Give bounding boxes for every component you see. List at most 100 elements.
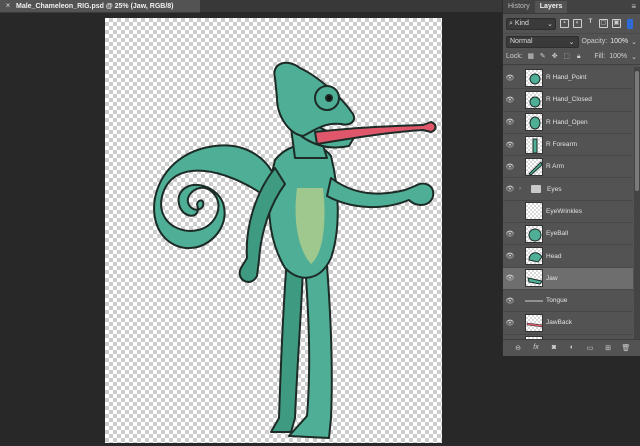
layer-name: EyeBall <box>546 230 569 238</box>
close-tab-icon[interactable]: × <box>4 2 12 10</box>
layer-thumbnail <box>525 202 543 221</box>
chevron-down-icon[interactable]: ⌄ <box>631 53 637 61</box>
panel-tabs: History Layers ≡ <box>503 0 640 14</box>
link-layers-icon[interactable]: ⊖ <box>513 344 523 352</box>
scrollbar-thumb[interactable] <box>635 71 639 191</box>
lock-position-icon[interactable]: ✥ <box>551 53 559 61</box>
visibility-eye-icon[interactable]: 👁︎ <box>503 141 517 149</box>
layer-thumbnail <box>525 135 543 154</box>
delete-layer-icon[interactable]: 🗑︎ <box>621 344 631 352</box>
layer-row[interactable]: 👁︎ Tongue <box>503 290 633 313</box>
fill-label: Fill: <box>594 53 606 60</box>
layers-footer: ⊖ fx ◙ ◐ ▭ ⊞ 🗑︎ <box>503 339 640 355</box>
chevron-down-icon[interactable]: ⌄ <box>631 38 637 46</box>
layer-row[interactable]: 👁︎ JawBack <box>503 312 633 335</box>
blend-row: Normal ⌄ Opacity: 100% ⌄ <box>503 34 640 49</box>
visibility-eye-icon[interactable]: 👁︎ <box>503 96 517 104</box>
tab-history[interactable]: History <box>503 1 535 13</box>
kind-filter-select[interactable]: ⌕ Kind ⌄ <box>506 17 556 30</box>
chevron-down-icon: ⌄ <box>547 20 553 28</box>
lock-artboard-icon[interactable]: ⬚ <box>563 53 571 61</box>
fx-icon[interactable]: fx <box>531 344 541 351</box>
layer-thumbnail <box>525 247 543 266</box>
canvas-workspace[interactable] <box>0 13 502 446</box>
layer-filter-row: ⌕ Kind ⌄ ▪ ◐ T ▢ ▣ <box>503 14 640 34</box>
layer-thumbnail <box>525 68 543 87</box>
fill-input[interactable]: 100% <box>609 53 627 60</box>
filter-toggle-switch[interactable] <box>627 18 633 29</box>
search-icon: ⌕ <box>509 19 513 27</box>
visibility-eye-icon[interactable]: 👁︎ <box>503 297 517 305</box>
new-layer-icon[interactable]: ⊞ <box>603 344 613 352</box>
layer-name: Tongue <box>546 297 568 305</box>
visibility-eye-icon[interactable]: 👁︎ <box>503 163 517 171</box>
blend-mode-value: Normal <box>510 38 533 45</box>
layer-group-row[interactable]: 👁︎ › Eyes <box>503 178 633 201</box>
empty-panel-area <box>502 356 640 446</box>
lock-label: Lock: <box>506 53 523 60</box>
layer-name: R Forearm <box>546 141 578 149</box>
layer-name: Head <box>546 252 562 260</box>
visibility-eye-icon[interactable]: 👁︎ <box>503 185 517 193</box>
layer-thumbnail <box>525 224 543 243</box>
tab-layers[interactable]: Layers <box>534 1 568 13</box>
layer-name: JawBack <box>546 319 573 327</box>
adjustment-filter-icon[interactable]: ◐ <box>573 19 582 28</box>
layers-scrollbar[interactable] <box>634 67 640 341</box>
layers-panel: History Layers ≡ ⌕ Kind ⌄ ▪ ◐ T ▢ ▣ Norm… <box>502 0 640 356</box>
layer-thumbnail <box>525 292 543 310</box>
back-leg <box>270 257 304 433</box>
layer-row[interactable]: 👁︎ R Hand_Closed <box>503 89 633 112</box>
opacity-input[interactable]: 100% <box>610 38 628 45</box>
visibility-eye-icon[interactable]: 👁︎ <box>503 74 517 82</box>
shape-filter-icon[interactable]: ▢ <box>599 19 608 28</box>
folder-icon <box>531 185 541 194</box>
layer-thumbnail <box>525 269 543 288</box>
lock-all-icon[interactable]: 🔒︎ <box>575 53 583 61</box>
layer-row[interactable]: 👁︎ Jaw <box>503 267 633 290</box>
visibility-eye-icon[interactable]: 👁︎ <box>503 118 517 126</box>
lock-transparent-pixels-icon[interactable]: ▦ <box>527 53 535 61</box>
layer-row[interactable]: 👁︎ R Hand_Point <box>503 67 633 90</box>
layer-thumbnail <box>525 113 543 132</box>
smart-object-filter-icon[interactable]: ▣ <box>612 19 621 28</box>
layers-list: 👁︎ R Hand_Point 👁︎ R Hand_Closed 👁︎ R Ha… <box>503 67 633 341</box>
layer-name: Jaw <box>546 274 558 282</box>
add-mask-icon[interactable]: ◙ <box>549 344 559 351</box>
layer-row[interactable]: 👁︎ EyeBall <box>503 223 633 246</box>
kind-label: Kind <box>514 20 529 27</box>
layer-name: R Hand_Point <box>546 74 587 82</box>
visibility-eye-icon[interactable]: 👁︎ <box>503 319 517 327</box>
layer-row[interactable]: EyeWrinkles <box>503 201 633 224</box>
layer-name: R Hand_Open <box>546 118 588 126</box>
lock-image-pixels-icon[interactable]: ✎ <box>539 53 547 61</box>
document-title: Male_Chameleon_RIG.psd @ 25% (Jaw, RGB/8… <box>16 2 174 10</box>
visibility-eye-icon[interactable]: 👁︎ <box>503 230 517 238</box>
chevron-right-icon[interactable]: › <box>517 186 523 192</box>
blend-mode-select[interactable]: Normal ⌄ <box>506 35 579 48</box>
new-group-icon[interactable]: ▭ <box>585 344 595 352</box>
layer-name: R Hand_Closed <box>546 96 592 104</box>
opacity-label: Opacity: <box>581 38 608 45</box>
layer-row[interactable]: 👁︎ R Hand_Open <box>503 112 633 134</box>
layer-thumbnail <box>525 157 543 176</box>
tongue <box>314 121 437 145</box>
document-tab[interactable]: × Male_Chameleon_RIG.psd @ 25% (Jaw, RGB… <box>0 0 200 13</box>
layer-row[interactable]: 👁︎ R Forearm <box>503 134 633 157</box>
pupil <box>325 94 333 102</box>
image-filter-icon[interactable]: ▪ <box>560 19 569 28</box>
layer-row[interactable]: 👁︎ Head <box>503 245 633 268</box>
adjustment-layer-icon[interactable]: ◐ <box>567 344 577 351</box>
layer-name: Eyes <box>547 185 562 193</box>
lock-row: Lock: ▦ ✎ ✥ ⬚ 🔒︎ Fill: 100% ⌄ <box>503 49 640 65</box>
chevron-down-icon: ⌄ <box>568 38 575 46</box>
visibility-eye-icon[interactable]: 👁︎ <box>503 274 517 282</box>
layer-row[interactable]: 👁︎ R Arm <box>503 156 633 179</box>
panel-menu-icon[interactable]: ≡ <box>631 1 640 13</box>
type-filter-icon[interactable]: T <box>586 19 595 28</box>
visibility-eye-icon[interactable]: 👁︎ <box>503 252 517 260</box>
document-canvas[interactable] <box>105 18 442 443</box>
layer-thumbnail <box>525 90 543 109</box>
layer-name: EyeWrinkles <box>546 207 583 215</box>
layer-thumbnail <box>525 313 543 332</box>
